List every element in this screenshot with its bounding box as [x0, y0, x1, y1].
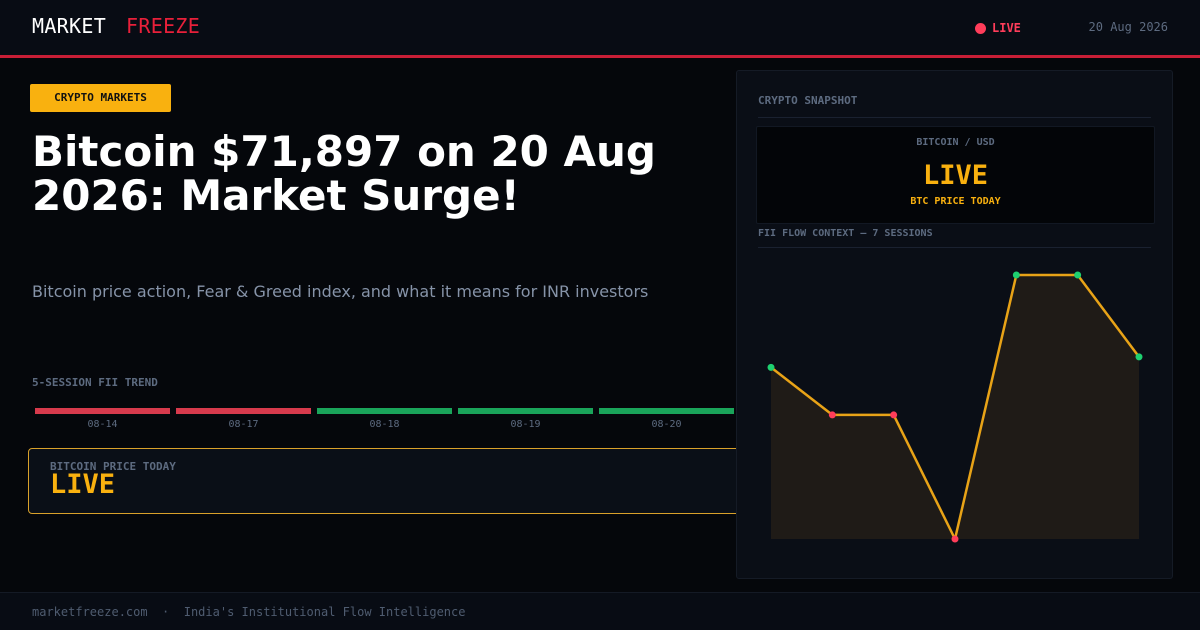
- flow-point-3: [890, 411, 898, 419]
- fii-trend-bars: 08-14 08-17 08-18 08-19 08-20: [35, 408, 735, 432]
- trend-label-08-18: 08-18: [369, 419, 400, 430]
- headline: Bitcoin $71,897 on 20 Aug 2026: Market S…: [32, 127, 656, 220]
- flow-area-fill: [771, 275, 1139, 539]
- trend-bar-08-18: [317, 408, 452, 414]
- trend-title: 5-SESSION FII TREND: [32, 376, 158, 389]
- trend-label-08-17: 08-17: [228, 419, 259, 430]
- trend-bar-08-14: [35, 408, 170, 414]
- live-dot-icon: [975, 22, 986, 34]
- live-indicator: LIVE: [975, 21, 1021, 35]
- og-card: MARKET FREEZE LIVE 20 Aug 2026 CRYPTO MAR…: [0, 0, 1200, 630]
- trend-bar-08-19: [458, 408, 593, 414]
- flow-point-6: [1074, 271, 1082, 279]
- footer-text: marketfreeze.com · India's Institutional…: [32, 605, 466, 619]
- flow-point-4: [951, 535, 959, 543]
- trend-label-08-19: 08-19: [510, 419, 541, 430]
- brand-name-part2: FREEZE: [126, 14, 201, 38]
- header-date: 20 Aug 2026: [1088, 20, 1168, 34]
- trend-bar-08-20: [599, 408, 734, 414]
- top-bar: MARKET FREEZE LIVE 20 Aug 2026: [0, 0, 1200, 58]
- category-badge[interactable]: CRYPTO MARKETS: [30, 84, 171, 112]
- price-today-value: LIVE: [50, 469, 116, 500]
- brand-logo[interactable]: MARKET FREEZE: [32, 14, 200, 38]
- price-today-box: BITCOIN PRICE TODAY LIVE: [28, 448, 744, 514]
- flow-point-5: [1012, 271, 1020, 279]
- flow-point-7: [1135, 353, 1143, 361]
- flow-point-1: [767, 363, 775, 371]
- flow-point-2: [828, 411, 836, 419]
- brand-name-part1: MARKET: [32, 14, 107, 38]
- trend-label-08-20: 08-20: [651, 419, 682, 430]
- subheadline: Bitcoin price action, Fear & Greed index…: [32, 282, 649, 301]
- trend-label-08-14: 08-14: [87, 419, 118, 430]
- fii-flow-chart: [767, 271, 1143, 543]
- crypto-snapshot-panel: CRYPTO SNAPSHOT BITCOIN / USD LIVE BTC P…: [736, 70, 1173, 579]
- trend-bar-08-17: [176, 408, 311, 414]
- live-label: LIVE: [992, 21, 1021, 35]
- footer: marketfreeze.com · India's Institutional…: [0, 592, 1200, 630]
